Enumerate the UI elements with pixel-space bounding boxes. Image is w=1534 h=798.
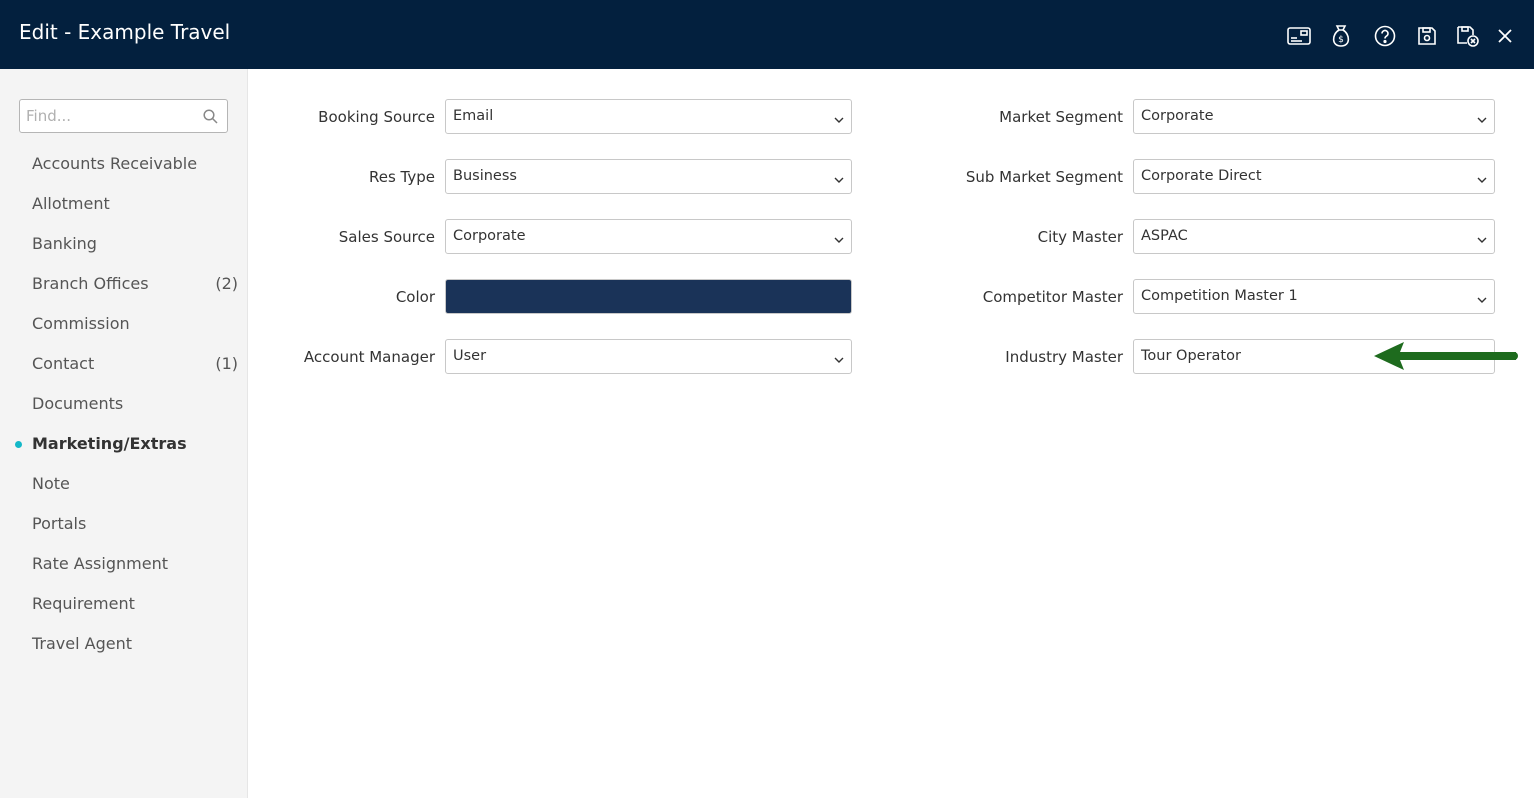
save-close-icon[interactable] [1454,22,1482,50]
window-title: Edit - Example Travel [19,20,231,44]
industry-master-value: Tour Operator [1141,348,1241,364]
sidebar-item-accounts-receivable[interactable]: Accounts Receivable [0,148,248,180]
sidebar-item-count: (2) [215,274,238,293]
city-master-label: City Master [1037,228,1123,246]
sub-market-segment-select[interactable]: Corporate Direct [1133,159,1495,194]
sidebar-item-label: Banking [32,234,97,253]
chevron-down-icon [1476,111,1488,130]
card-icon[interactable] [1285,22,1313,50]
sidebar-item-label: Requirement [32,594,135,613]
close-icon[interactable] [1491,22,1519,50]
sidebar-item-travel-agent[interactable]: Travel Agent [0,628,248,660]
color-label: Color [395,288,435,306]
search-icon[interactable] [203,109,218,128]
booking-source-value: Email [453,108,494,124]
sidebar-item-label: Branch Offices [32,274,149,293]
sidebar: Accounts Receivable Allotment Banking Br… [0,69,248,798]
sidebar-item-note[interactable]: Note [0,468,248,500]
account-manager-value: User [453,348,487,364]
annotation-arrow-icon [1370,340,1520,378]
sidebar-item-marketing-extras[interactable]: Marketing/Extras [0,428,248,460]
booking-source-select[interactable]: Email [445,99,852,134]
account-manager-label: Account Manager [303,348,435,366]
sidebar-item-requirement[interactable]: Requirement [0,588,248,620]
city-master-select[interactable]: ASPAC [1133,219,1495,254]
sidebar-item-label: Accounts Receivable [32,154,198,173]
account-manager-select[interactable]: User [445,339,852,374]
market-segment-label: Market Segment [999,108,1123,126]
chevron-down-icon [833,111,845,130]
sidebar-item-allotment[interactable]: Allotment [0,188,248,220]
chevron-down-icon [833,351,845,370]
chevron-down-icon [1476,231,1488,250]
booking-source-label: Booking Source [318,108,435,126]
chevron-down-icon [833,231,845,250]
sidebar-item-portals[interactable]: Portals [0,508,248,540]
sidebar-item-label: Contact [32,354,95,373]
sidebar-item-label: Allotment [32,194,110,213]
title-bar: Edit - Example Travel $ [0,0,1534,69]
sidebar-item-banking[interactable]: Banking [0,228,248,260]
chevron-down-icon [1476,291,1488,310]
sidebar-item-label: Note [32,474,70,493]
sales-source-select[interactable]: Corporate [445,219,852,254]
competitor-master-label: Competitor Master [982,288,1123,306]
res-type-value: Business [453,168,517,184]
sidebar-item-branch-offices[interactable]: Branch Offices (2) [0,268,248,300]
sidebar-item-label: Travel Agent [32,634,133,653]
help-icon[interactable] [1371,22,1399,50]
sidebar-item-documents[interactable]: Documents [0,388,248,420]
competitor-master-select[interactable]: Competition Master 1 [1133,279,1495,314]
industry-master-label: Industry Master [1005,348,1123,366]
sidebar-item-label: Rate Assignment [32,554,168,573]
sidebar-item-contact[interactable]: Contact (1) [0,348,248,380]
money-bag-icon[interactable]: $ [1327,22,1355,50]
chevron-down-icon [1476,171,1488,190]
sub-market-segment-label: Sub Market Segment [965,168,1123,186]
save-icon[interactable] [1413,22,1441,50]
sidebar-item-commission[interactable]: Commission [0,308,248,340]
res-type-label: Res Type [368,168,435,186]
active-indicator-dot [15,441,22,448]
find-box [19,99,228,133]
svg-text:$: $ [1338,35,1344,45]
market-segment-value: Corporate [1141,108,1214,124]
search-input[interactable] [20,100,200,132]
city-master-value: ASPAC [1141,228,1188,244]
sales-source-value: Corporate [453,228,526,244]
sidebar-item-label: Marketing/Extras [32,434,187,453]
color-picker[interactable] [445,279,852,314]
res-type-select[interactable]: Business [445,159,852,194]
competitor-master-value: Competition Master 1 [1141,288,1298,304]
sales-source-label: Sales Source [338,228,435,246]
sidebar-item-label: Portals [32,514,87,533]
market-segment-select[interactable]: Corporate [1133,99,1495,134]
sidebar-item-label: Documents [32,394,124,413]
chevron-down-icon [833,171,845,190]
sub-market-segment-value: Corporate Direct [1141,168,1262,184]
sidebar-item-rate-assignment[interactable]: Rate Assignment [0,548,248,580]
sidebar-item-count: (1) [215,354,238,373]
sidebar-item-label: Commission [32,314,130,333]
